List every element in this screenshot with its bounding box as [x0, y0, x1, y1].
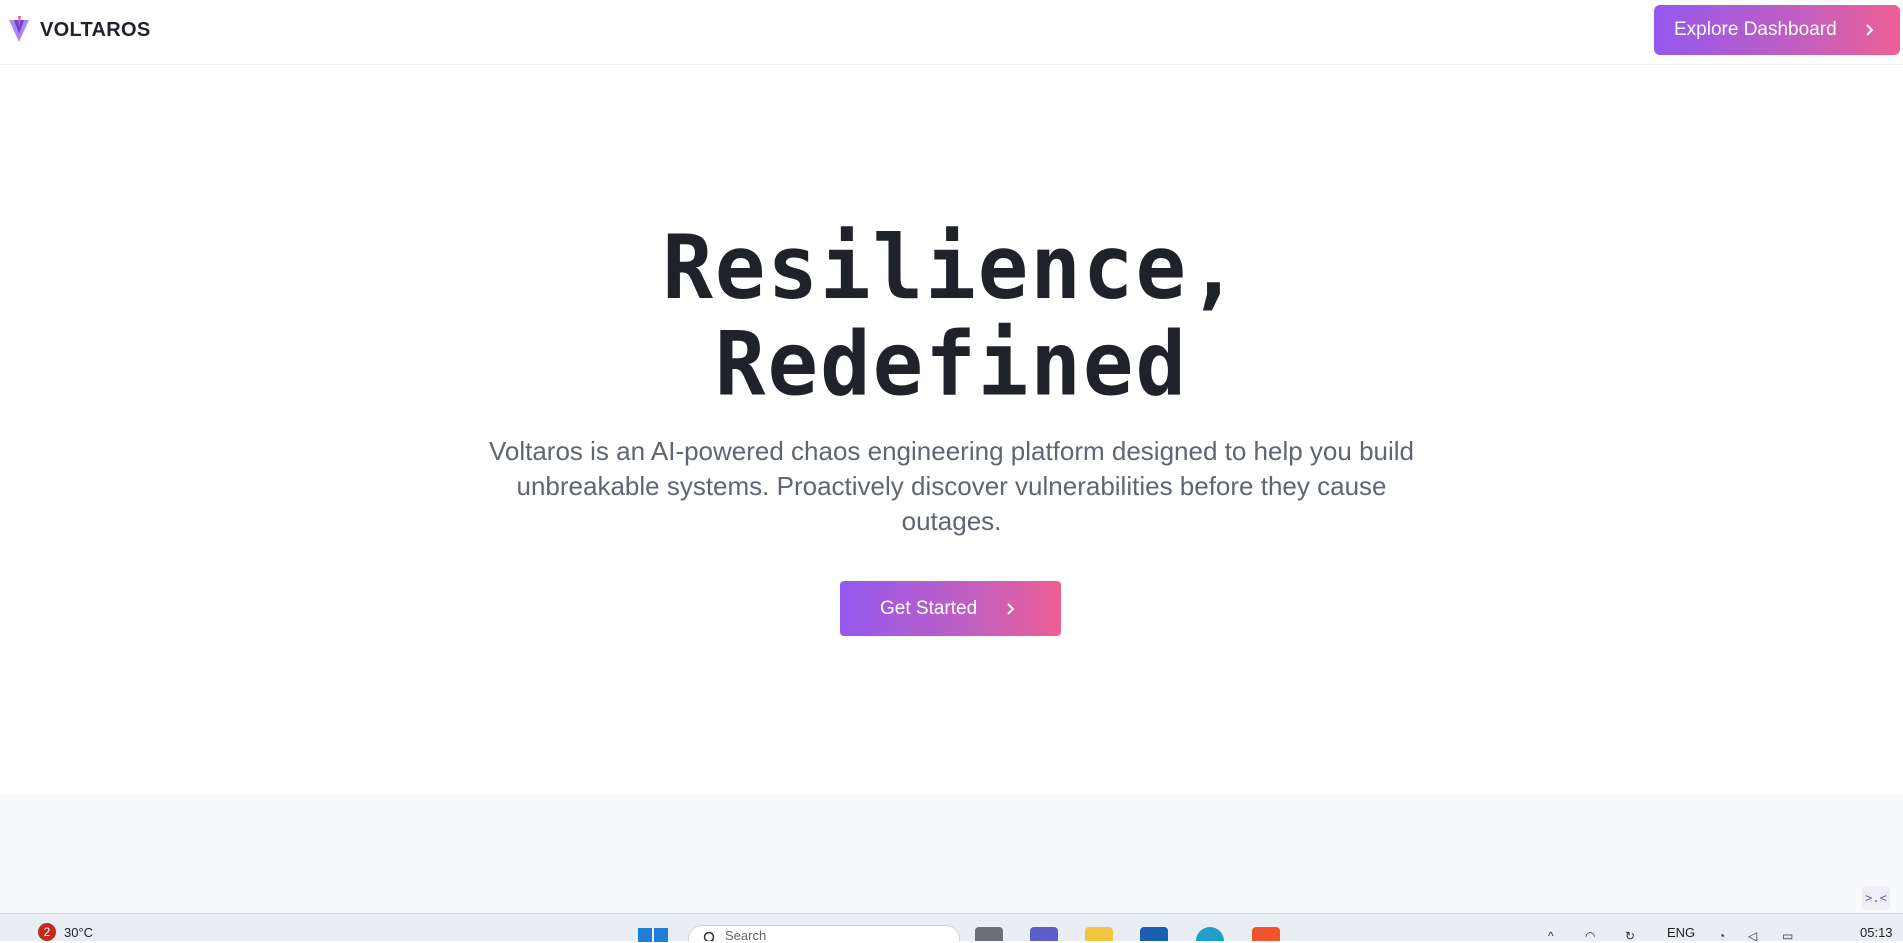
weather-temperature[interactable]: 30°C: [64, 925, 93, 940]
hero-title-line1: Resilience,: [662, 216, 1241, 320]
get-started-label: Get Started: [880, 597, 978, 619]
hero-subtitle: Voltaros is an AI-powered chaos engineer…: [488, 436, 1415, 536]
chevron-right-icon: [1007, 603, 1015, 615]
hero-title: Resilience, Redefined: [0, 219, 1903, 412]
taskbar-search-box[interactable]: Search: [688, 925, 960, 941]
weather-notification-badge[interactable]: 2: [38, 923, 56, 941]
taskview-icon[interactable]: [975, 927, 1003, 941]
windows-start-icon[interactable]: [638, 928, 668, 942]
chevron-right-icon: [1866, 24, 1874, 36]
search-icon: [703, 931, 715, 941]
lower-section: [0, 795, 1903, 913]
teams-icon[interactable]: [1030, 927, 1058, 941]
hero-title-line2: Redefined: [714, 312, 1189, 416]
brand-name[interactable]: VOLTAROS: [40, 19, 151, 42]
language-indicator[interactable]: ENG: [1667, 925, 1695, 940]
voltaros-logo-icon[interactable]: [8, 16, 30, 44]
explore-dashboard-label: Explore Dashboard: [1674, 19, 1837, 40]
floating-widget-button[interactable]: >.<: [1862, 886, 1890, 910]
top-nav: VOLTAROS Explore Dashboard: [0, 0, 1903, 65]
file-explorer-icon[interactable]: [1085, 927, 1113, 941]
search-placeholder: Search: [725, 928, 767, 941]
get-started-button[interactable]: Get Started: [840, 581, 1061, 636]
store-icon[interactable]: [1140, 927, 1168, 941]
clock[interactable]: 05:13: [1860, 925, 1893, 940]
explore-dashboard-button[interactable]: Explore Dashboard: [1654, 5, 1900, 55]
brave-browser-icon[interactable]: [1252, 927, 1280, 941]
